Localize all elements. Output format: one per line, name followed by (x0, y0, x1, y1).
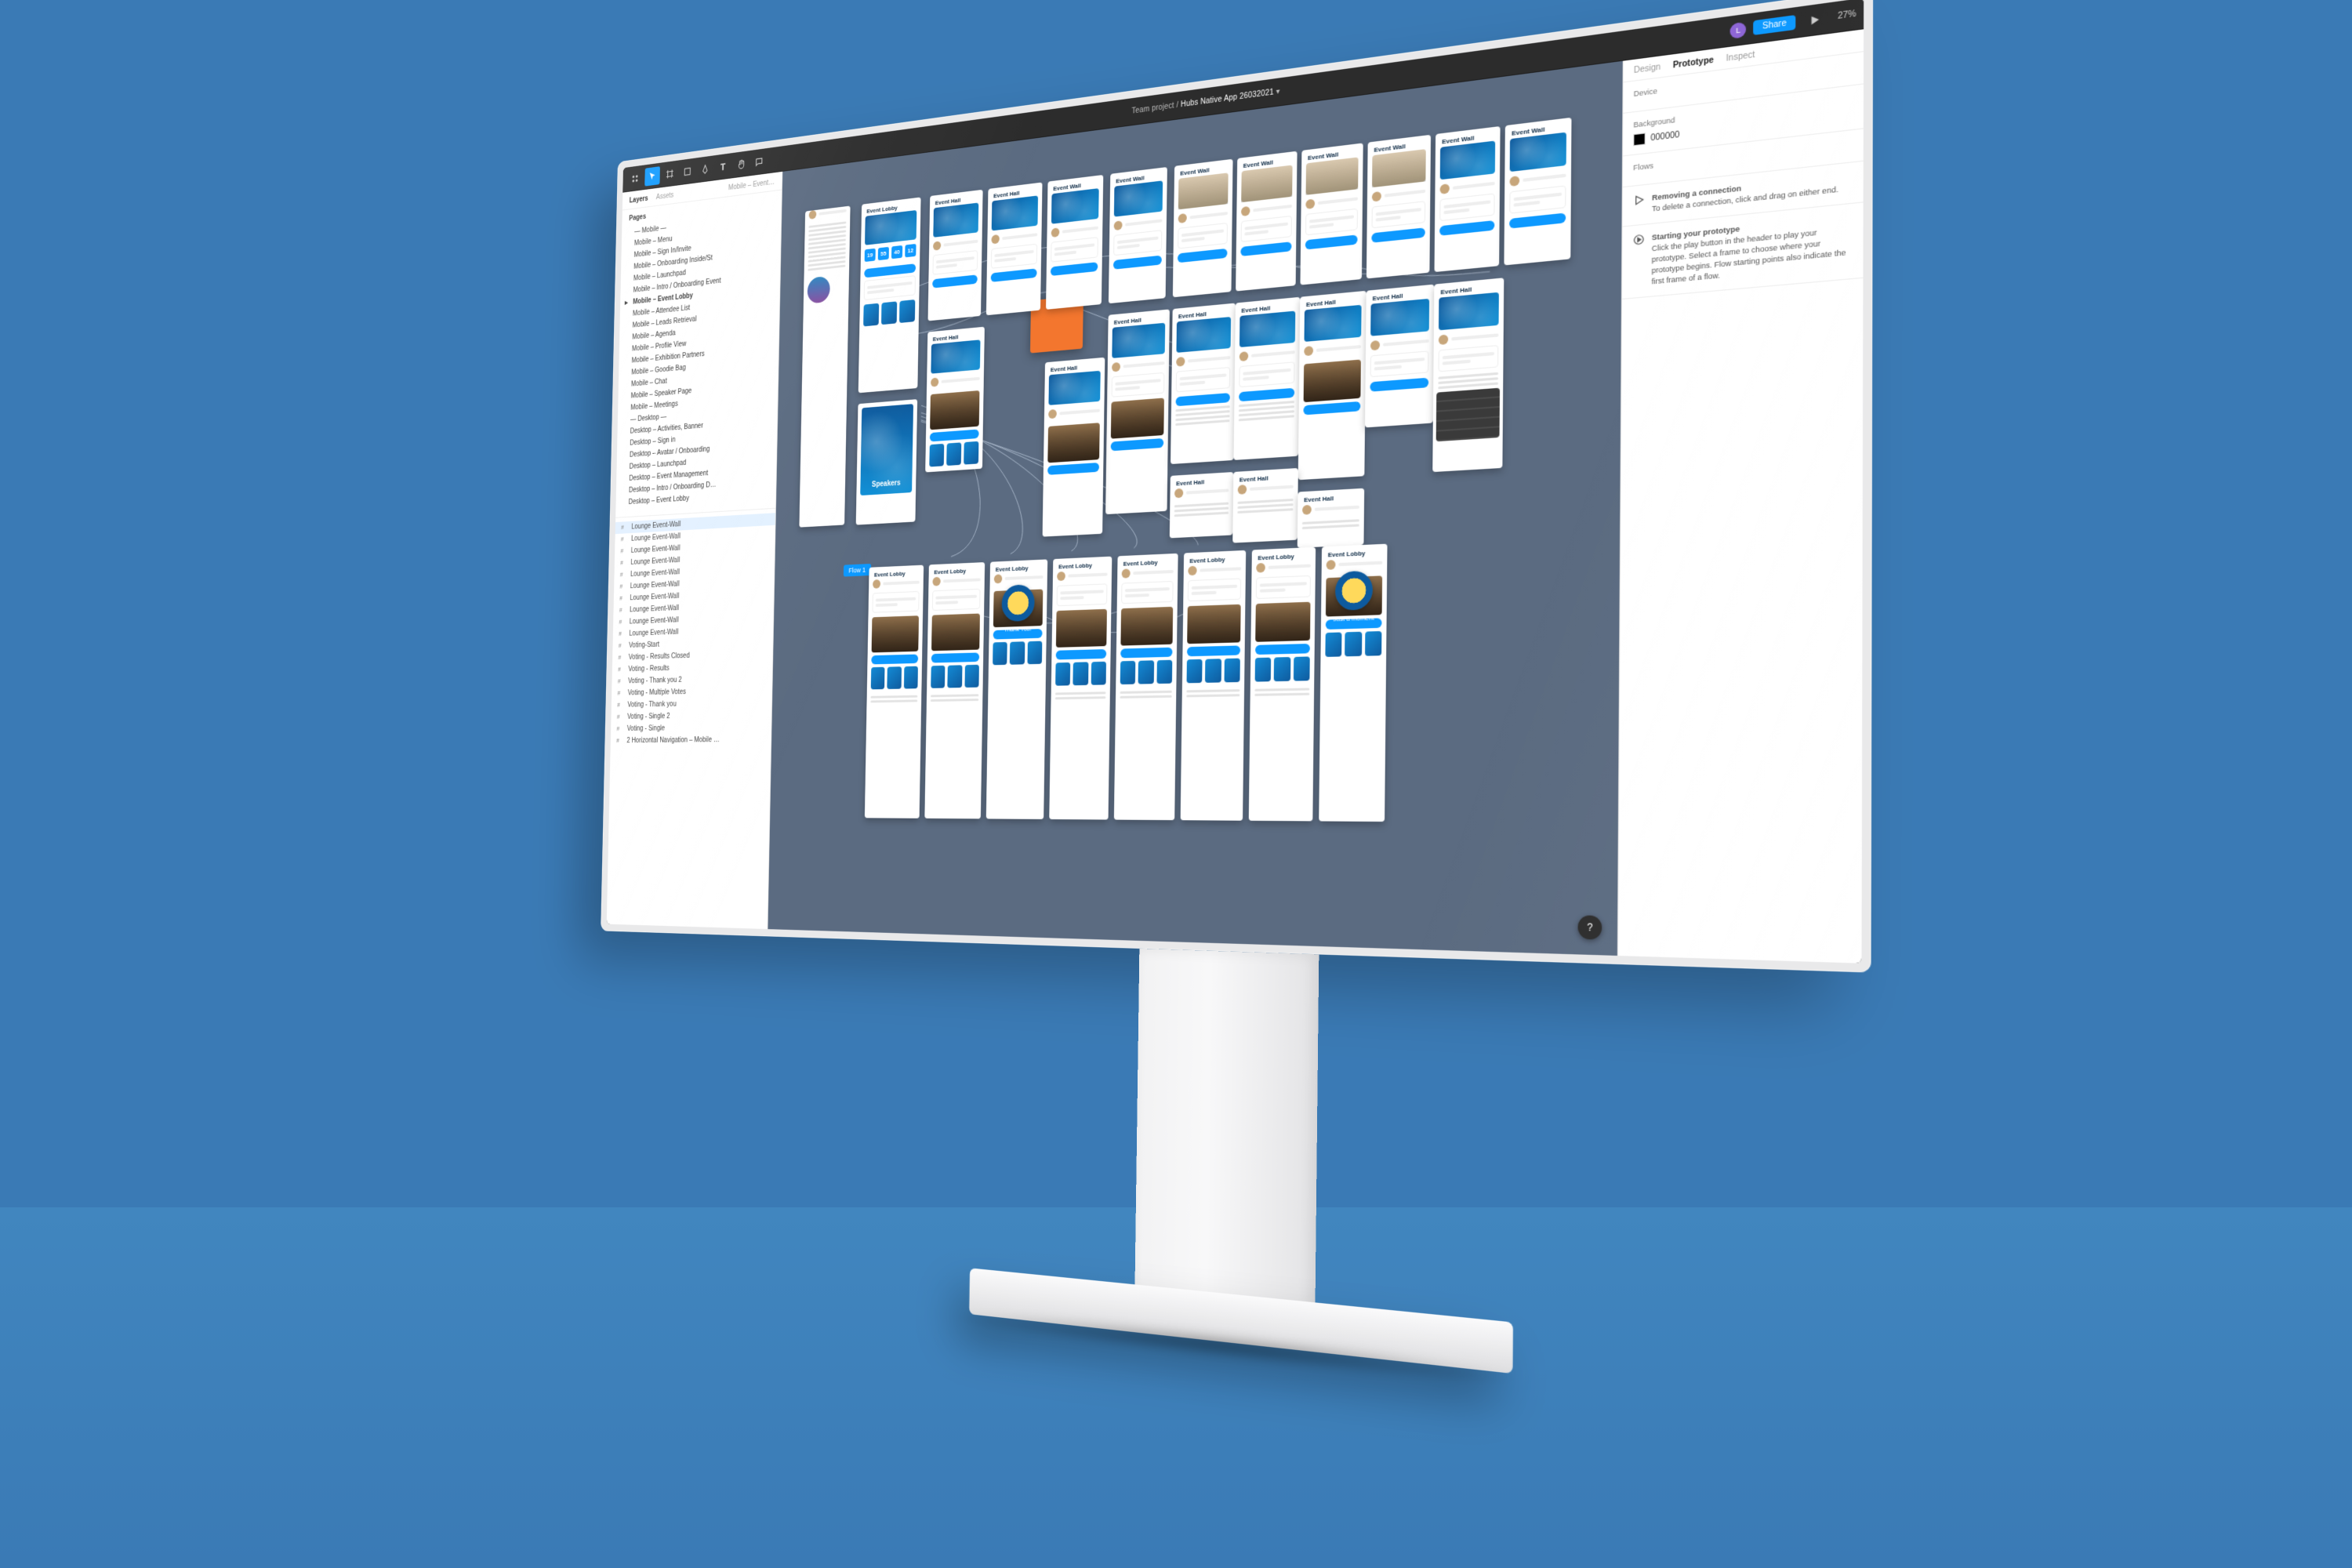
frame-icon: # (619, 583, 622, 590)
frame-label: Menu (805, 206, 818, 208)
mobile-artboard[interactable]: Lounge Event-WallEvent Hall (1298, 488, 1364, 548)
comment-tool-icon[interactable] (751, 151, 768, 172)
mobile-artboard[interactable]: Lounge Event-WallEvent Hall (1432, 278, 1504, 472)
countdown-cell: 19 (865, 249, 876, 262)
monitor-stand-arm (1134, 949, 1319, 1331)
tab-current-page[interactable]: Mobile – Event… (728, 178, 775, 192)
speakers-label: Speakers (872, 479, 901, 489)
frame-icon: # (619, 630, 622, 637)
mobile-artboard[interactable]: Lounge Event-WallEvent Lobby (1249, 547, 1316, 822)
tab-prototype[interactable]: Prototype (1673, 56, 1714, 71)
frame-icon: # (620, 547, 623, 554)
canvas[interactable]: Menu Lounge Event-Wall Event Lobby (768, 61, 1622, 956)
layer-row[interactable]: #2 Horizontal Navigation – Mobile … (611, 733, 771, 746)
frame-icon: # (621, 535, 624, 543)
frame-label: Lounge Event-Wall (927, 327, 972, 328)
project-title: Hubs Native App 26032021 (1181, 88, 1274, 109)
mobile-artboard[interactable]: Lounge Event-WallEvent Wall (1109, 167, 1167, 303)
text-tool-icon[interactable] (715, 156, 731, 176)
frame-icon: # (621, 524, 624, 531)
swatch-icon (1633, 132, 1645, 146)
left-panel: Layers Assets Mobile – Event… Pages — Mo… (607, 172, 783, 929)
tip-start-prototype: Starting your prototype Click the play b… (1632, 212, 1852, 289)
mobile-artboard[interactable]: Lounge Event-WallEvent Hall (1234, 297, 1301, 460)
event-lobby-artboard[interactable]: Lounge Event-Wall Event Lobby 19 55 40 1… (858, 197, 921, 393)
help-fab[interactable]: ? (1578, 915, 1602, 939)
page-list[interactable]: — Mobile —Mobile – MenuMobile – Sign In/… (615, 206, 781, 514)
frame-label: Lounge Event-Wall (1109, 309, 1156, 310)
monitor-bezel: Team project / Hubs Native App 26032021 … (601, 0, 1873, 973)
share-button[interactable]: Share (1753, 15, 1795, 35)
mobile-artboard[interactable]: Lounge Event-WallEvent Lobby (924, 562, 985, 818)
mobile-artboard[interactable]: Lounge Event-WallEvent Lobby (1181, 550, 1247, 821)
mobile-artboard[interactable]: Lounge Event-WallEvent Lobby (1114, 554, 1178, 820)
frame-icon: # (620, 559, 623, 566)
frame-icon: # (617, 690, 620, 697)
monitor-mockup: Team project / Hubs Native App 26032021 … (601, 0, 1873, 973)
mobile-artboard[interactable]: Lounge Event-WallEvent Wall (1173, 159, 1233, 298)
present-icon[interactable] (1803, 7, 1827, 33)
frame-icon: # (616, 725, 619, 732)
countdown-cell: 55 (878, 247, 889, 260)
countdown-cell: 40 (891, 245, 902, 259)
frame-icon: # (619, 619, 622, 626)
mobile-artboard[interactable]: Lounge Event-WallEvent Wall (1300, 143, 1363, 285)
mobile-artboard[interactable]: Lounge Event-WallEvent Hall (1365, 285, 1434, 428)
mobile-artboard[interactable]: Lounge Event-WallEvent Lobby (865, 565, 924, 818)
tab-assets[interactable]: Assets (656, 191, 674, 201)
tab-design[interactable]: Design (1634, 63, 1661, 75)
mobile-artboard[interactable]: Lounge Event-WallEvent Hall (1298, 291, 1367, 480)
frame-icon: # (616, 737, 619, 744)
mobile-artboard[interactable]: Lounge Event-WallEvent Hall (1043, 358, 1105, 537)
mobile-artboard[interactable]: Lounge Event-WallEvent Wall (1367, 135, 1431, 279)
main-menu-icon[interactable] (627, 169, 643, 188)
pen-tool-icon[interactable] (697, 159, 713, 180)
frame-icon: # (618, 677, 621, 684)
menu-artboard[interactable]: Menu (799, 206, 850, 528)
layer-list[interactable]: #Lounge Event-Wall#Lounge Event-Wall#Lou… (611, 511, 776, 752)
mobile-artboard[interactable]: Lounge Event-WallEvent Hall (927, 190, 982, 321)
tab-inspect[interactable]: Inspect (1726, 50, 1755, 64)
mobile-artboard[interactable]: Lounge Event-WallEvent Wall (1046, 175, 1103, 310)
figma-window: Team project / Hubs Native App 26032021 … (607, 0, 1864, 964)
mobile-artboard[interactable]: Lounge Event-WallEvent Hall (1171, 303, 1236, 465)
frame-icon: # (617, 713, 620, 720)
shape-tool-icon[interactable] (680, 162, 695, 182)
chevron-down-icon: ▾ (1276, 87, 1280, 96)
frame-label: Lounge Event-Wall (1173, 303, 1222, 305)
frame-icon: # (618, 666, 621, 673)
mobile-artboard[interactable]: Lounge Event-WallEvent Wall (1435, 126, 1501, 272)
frame-icon: # (619, 642, 622, 649)
zoom-level[interactable]: 27% (1838, 9, 1857, 21)
mobile-artboard[interactable]: Lounge Event-WallEvent Wall (1236, 151, 1297, 292)
speakers-artboard[interactable]: Speakers (856, 399, 917, 524)
countdown-cell: 12 (905, 244, 916, 257)
frame-icon: # (618, 654, 621, 661)
move-tool-icon[interactable] (644, 166, 660, 186)
right-panel: Design Prototype Inspect Device Backgrou… (1617, 29, 1864, 963)
mobile-artboard[interactable]: Lounge Event-WallEvent Lobby (1049, 557, 1112, 820)
hand-tool-icon[interactable] (733, 154, 749, 174)
mobile-artboard[interactable]: Lounge Event-WallEvent Hall (986, 183, 1043, 316)
mobile-artboard[interactable]: Lounge Event-WallEvent Hall (1232, 468, 1298, 543)
frame-label: Lounge Event-Wall (1236, 297, 1286, 299)
frame-tool-icon[interactable] (662, 164, 677, 184)
project-folder: Team project (1131, 102, 1174, 116)
bg-hex: 000000 (1650, 130, 1679, 143)
mobile-artboard[interactable]: Lounge Event-WallEvent Hall (1170, 472, 1234, 538)
mobile-artboard[interactable]: Lounge Event-WallEvent Wall (1504, 118, 1571, 266)
avatar[interactable]: L (1730, 21, 1747, 38)
mobile-artboard[interactable]: Lounge Event-WallEvent Hall (925, 327, 985, 473)
tab-layers[interactable]: Layers (630, 194, 648, 205)
mobile-artboard[interactable]: Lounge Event-WallEvent Hall (1105, 309, 1170, 514)
frame-icon: # (617, 702, 620, 709)
frame-icon: # (620, 571, 623, 578)
flow-start-badge[interactable]: Flow 1 (844, 564, 871, 577)
frame-icon: # (619, 595, 622, 602)
frame-icon: # (619, 607, 622, 614)
